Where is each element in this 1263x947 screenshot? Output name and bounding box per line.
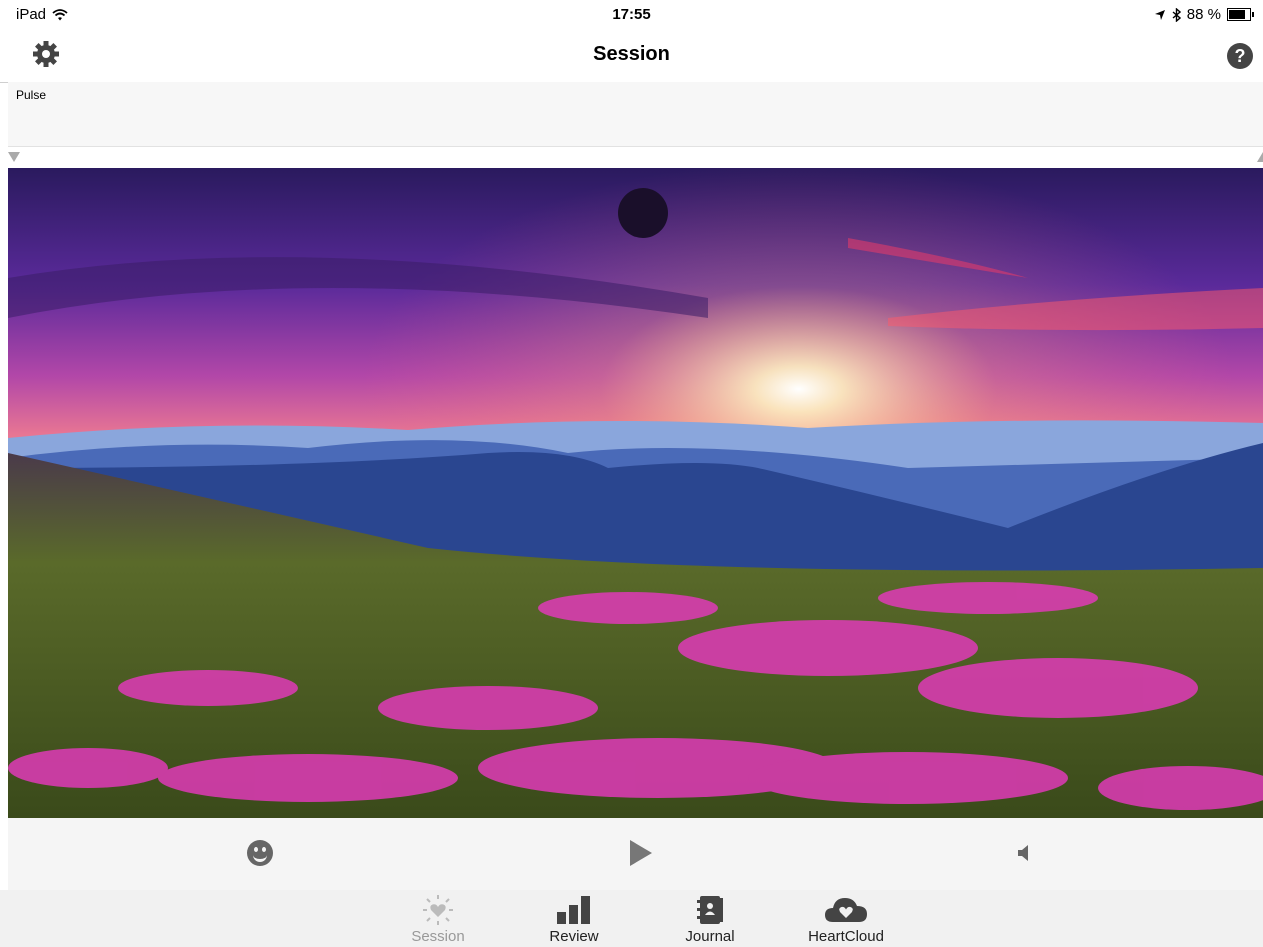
- battery-icon: [1227, 8, 1254, 21]
- smiley-icon[interactable]: [247, 840, 273, 866]
- corner-arrow-icon: [1257, 152, 1263, 162]
- heart-sparkle-icon: [423, 895, 453, 925]
- tab-heartcloud[interactable]: HeartCloud: [801, 894, 891, 945]
- speaker-icon[interactable]: [1016, 844, 1030, 862]
- tab-label: Session: [411, 928, 465, 945]
- tab-label: Journal: [685, 928, 735, 945]
- breathing-scene-image: [8, 168, 1263, 818]
- breathing-pacer-dot: [618, 188, 668, 238]
- collapse-arrow-icon[interactable]: [8, 152, 20, 162]
- status-right: 88 %: [1154, 6, 1254, 23]
- tab-review[interactable]: Review: [529, 894, 619, 945]
- tab-label: HeartCloud: [808, 928, 884, 945]
- tab-journal[interactable]: Journal: [665, 894, 755, 945]
- help-icon[interactable]: ?: [1227, 43, 1253, 69]
- journal-icon: [697, 896, 723, 924]
- status-time: 17:55: [612, 6, 651, 23]
- tab-bar: Session Review Journal HeartCloud: [0, 890, 1263, 947]
- pulse-graph: Pulse: [8, 82, 1263, 147]
- location-arrow-icon: [1154, 9, 1165, 20]
- status-bar: iPad 17:55 88 %: [0, 0, 1263, 30]
- tab-label: Review: [549, 928, 599, 945]
- tab-session[interactable]: Session: [393, 894, 483, 945]
- nav-bar: Session ?: [0, 30, 1263, 83]
- bluetooth-icon: [1172, 7, 1181, 22]
- session-controls: [8, 818, 1263, 891]
- page-title: Session: [593, 43, 670, 65]
- pulse-label: Pulse: [16, 88, 47, 102]
- play-icon[interactable]: [630, 840, 652, 866]
- heart-cloud-icon: [825, 898, 867, 922]
- battery-percent: 88 %: [1186, 6, 1221, 23]
- bar-chart-icon: [557, 896, 590, 924]
